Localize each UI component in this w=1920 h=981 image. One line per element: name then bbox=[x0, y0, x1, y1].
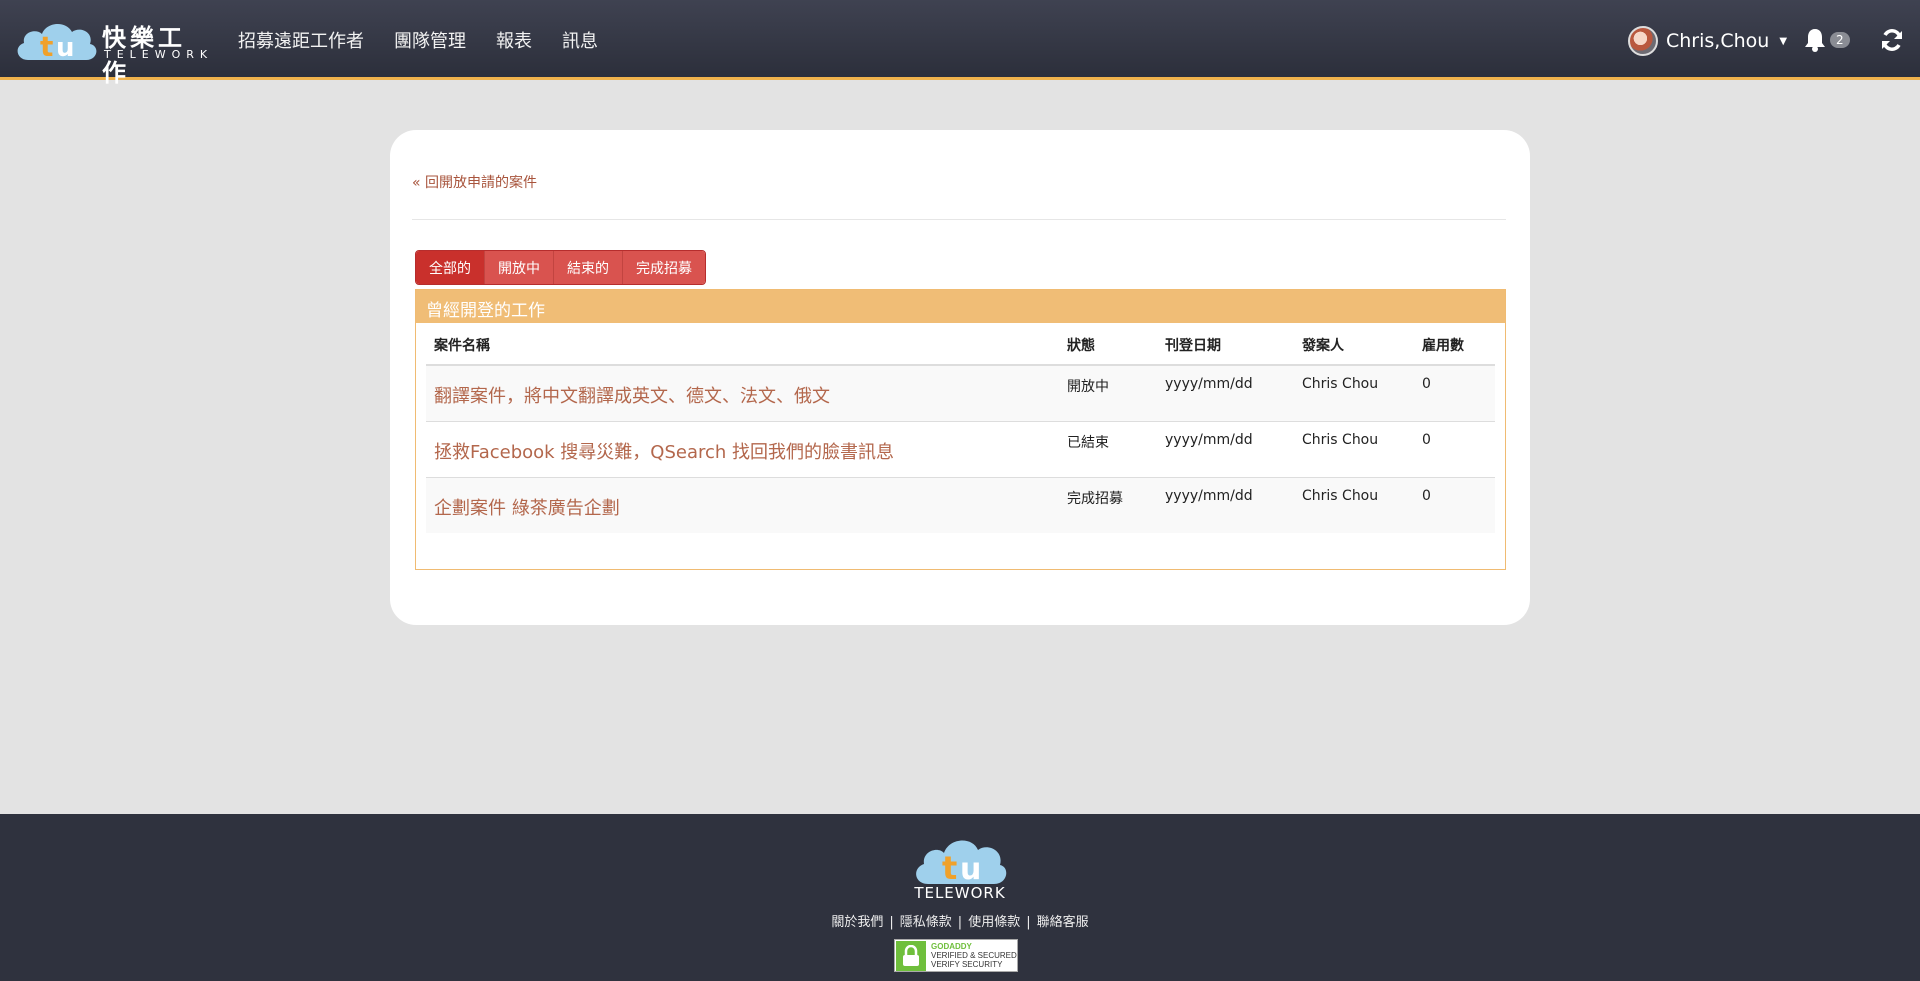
panel-title: 曾經開登的工作 bbox=[416, 290, 1505, 323]
table-row: 翻譯案件，將中文翻譯成英文、德文、法文、俄文 開放中 yyyy/mm/dd Ch… bbox=[426, 365, 1495, 421]
job-poster: Chris Chou bbox=[1302, 376, 1379, 392]
seal-line-1: GODADDY bbox=[931, 942, 972, 951]
job-title-link[interactable]: 企劃案件 綠茶廣告企劃 bbox=[426, 477, 1059, 533]
cloud-logo-icon: t u bbox=[916, 840, 1007, 886]
svg-text:t: t bbox=[942, 849, 957, 886]
job-title-link[interactable]: 拯救Facebook 搜尋災難，QSearch 找回我們的臉書訊息 bbox=[426, 421, 1059, 477]
filter-filled-button[interactable]: 完成招募 bbox=[623, 251, 705, 284]
main-card: « 回開放申請的案件 全部的 開放中 結束的 完成招募 曾經開登的工作 案件名稱… bbox=[390, 130, 1530, 625]
separator: | bbox=[889, 915, 894, 930]
job-status: 完成招募 bbox=[1067, 490, 1123, 507]
seal-line-3: VERIFY SECURITY bbox=[931, 960, 1003, 969]
separator: | bbox=[957, 915, 963, 930]
footer-link-terms[interactable]: 使用條款 bbox=[968, 915, 1020, 930]
job-poster: Chris Chou bbox=[1302, 487, 1379, 504]
notifications-button[interactable]: 2 bbox=[1804, 28, 1850, 52]
svg-text:u: u bbox=[960, 852, 981, 886]
job-poster: Chris Chou bbox=[1302, 431, 1379, 448]
svg-text:u: u bbox=[56, 33, 75, 62]
column-header-poster: 發案人 bbox=[1302, 338, 1344, 354]
jobs-table: 案件名稱 狀態 刊登日期 發案人 雇用數 翻譯案件，將中文翻譯成英文、德文、法文… bbox=[426, 335, 1495, 533]
job-status: 開放中 bbox=[1067, 379, 1109, 395]
jobs-panel: 曾經開登的工作 案件名稱 狀態 刊登日期 發案人 雇用數 翻譯案件，將中文翻譯成… bbox=[415, 289, 1506, 570]
svg-text:t: t bbox=[40, 30, 53, 62]
brand-name-en: TELEWORK bbox=[104, 48, 214, 61]
job-status: 已結束 bbox=[1067, 434, 1109, 451]
column-header-date: 刊登日期 bbox=[1165, 338, 1221, 354]
refresh-button[interactable] bbox=[1880, 28, 1904, 56]
footer: t u TELEWORK 關於我們 | 隱私條款 | 使用條款 | 聯絡客服 GODADDY… bbox=[0, 814, 1920, 981]
seal-line-2: VERIFIED & SECURED bbox=[931, 951, 1017, 960]
footer-brand: TELEWORK bbox=[914, 884, 1006, 902]
main-nav: 招募遠距工作者 團隊管理 報表 訊息 bbox=[238, 0, 598, 80]
security-seal[interactable]: GODADDY VERIFIED & SECURED VERIFY SECURI… bbox=[894, 939, 1018, 972]
footer-link-support[interactable]: 聯絡客服 bbox=[1037, 915, 1089, 930]
seal-text: GODADDY VERIFIED & SECURED VERIFY SECURI… bbox=[927, 942, 1017, 969]
job-date: yyyy/mm/dd bbox=[1165, 487, 1253, 504]
footer-link-privacy[interactable]: 隱私條款 bbox=[900, 915, 952, 930]
column-header-hires: 雇用數 bbox=[1422, 338, 1464, 354]
bell-icon bbox=[1805, 29, 1825, 52]
column-header-status: 狀態 bbox=[1067, 338, 1095, 354]
notification-badge: 2 bbox=[1830, 32, 1850, 48]
nav-messages[interactable]: 訊息 bbox=[562, 27, 598, 53]
top-navbar: t u 快樂工作 TELEWORK 招募遠距工作者 團隊管理 報表 訊息 Chr… bbox=[0, 0, 1920, 87]
job-date: yyyy/mm/dd bbox=[1165, 376, 1253, 392]
back-to-open-jobs-link[interactable]: « 回開放申請的案件 bbox=[412, 172, 537, 192]
table-header-row: 案件名稱 狀態 刊登日期 發案人 雇用數 bbox=[426, 335, 1495, 365]
column-header-title: 案件名稱 bbox=[434, 338, 490, 354]
job-hires: 0 bbox=[1422, 431, 1431, 448]
lock-icon bbox=[896, 940, 926, 971]
footer-link-about[interactable]: 關於我們 bbox=[831, 915, 883, 930]
caret-down-icon: ▼ bbox=[1779, 35, 1788, 47]
user-menu[interactable]: Chris,Chou ▼ bbox=[1628, 24, 1787, 58]
footer-links: 關於我們 | 隱私條款 | 使用條款 | 聯絡客服 bbox=[0, 911, 1920, 930]
filter-open-button[interactable]: 開放中 bbox=[485, 251, 554, 284]
nav-recruit[interactable]: 招募遠距工作者 bbox=[238, 27, 364, 53]
cloud-logo-icon: t u bbox=[17, 23, 97, 62]
job-hires: 0 bbox=[1422, 376, 1431, 392]
divider bbox=[412, 219, 1506, 220]
table-row: 拯救Facebook 搜尋災難，QSearch 找回我們的臉書訊息 已結束 yy… bbox=[426, 421, 1495, 477]
nav-reports[interactable]: 報表 bbox=[496, 27, 532, 53]
filter-all-button[interactable]: 全部的 bbox=[416, 251, 485, 284]
nav-team[interactable]: 團隊管理 bbox=[394, 27, 466, 53]
brand-logo[interactable]: t u 快樂工作 TELEWORK bbox=[14, 18, 207, 87]
user-name: Chris,Chou bbox=[1666, 30, 1770, 52]
job-title-link[interactable]: 翻譯案件，將中文翻譯成英文、德文、法文、俄文 bbox=[426, 365, 1059, 421]
status-filter-group: 全部的 開放中 結束的 完成招募 bbox=[415, 250, 706, 285]
separator: | bbox=[1026, 915, 1031, 930]
job-hires: 0 bbox=[1422, 487, 1431, 504]
table-row: 企劃案件 綠茶廣告企劃 完成招募 yyyy/mm/dd Chris Chou 0 bbox=[426, 477, 1495, 533]
job-date: yyyy/mm/dd bbox=[1165, 431, 1253, 448]
filter-closed-button[interactable]: 結束的 bbox=[554, 251, 623, 284]
avatar bbox=[1628, 26, 1658, 56]
refresh-icon bbox=[1882, 29, 1902, 51]
